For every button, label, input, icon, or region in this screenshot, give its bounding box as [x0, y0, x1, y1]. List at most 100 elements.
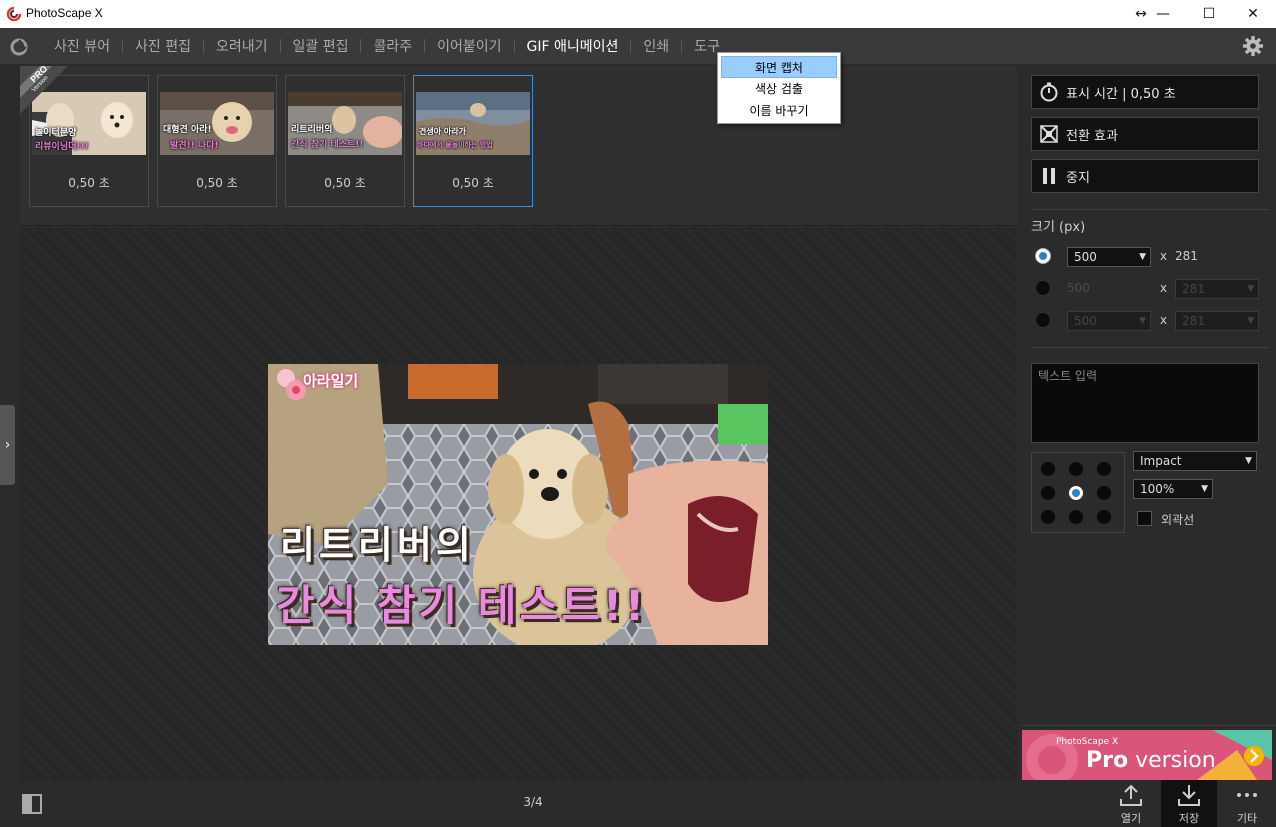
chevron-down-icon: ▼ — [1247, 316, 1254, 326]
divider — [1031, 347, 1269, 348]
size-option-radio-3[interactable] — [1035, 312, 1051, 328]
position-middle-right[interactable] — [1097, 486, 1111, 500]
menu-items: 사진 뷰어 사진 편집 오려내기 일괄 편집 콜라주 이어붙이기 GIF 애니메이션 인쇄 도구 — [42, 28, 732, 64]
frame-caption-top: 견생아 아라가 — [419, 127, 466, 136]
download-icon — [1161, 780, 1217, 810]
frame-caption-top: 대형견 아라! — [163, 125, 212, 135]
height-select-3: 281 ▼ — [1175, 311, 1259, 331]
menu-item-5[interactable]: 이어붙이기 — [425, 36, 513, 56]
font-select[interactable]: Impact ▼ — [1133, 451, 1257, 471]
menu-item-0[interactable]: 사진 뷰어 — [42, 36, 122, 56]
outline-checkbox[interactable] — [1137, 511, 1152, 526]
divider — [1031, 209, 1269, 210]
menu-item-color-picker[interactable]: 색상 검출 — [721, 78, 837, 100]
close-button[interactable]: ✕ — [1230, 0, 1276, 28]
chevron-down-icon: ▼ — [1139, 316, 1146, 326]
minimize-button[interactable]: — — [1140, 0, 1186, 28]
height-value-1: 281 — [1175, 249, 1198, 263]
width-value: 500 — [1074, 250, 1097, 264]
menu-item-2[interactable]: 오려내기 — [204, 36, 280, 56]
more-dots-icon — [1219, 780, 1275, 810]
page-indicator: 3/4 — [523, 795, 543, 809]
pro-banner-brand: PhotoScape X — [1056, 737, 1119, 747]
more-button[interactable]: 기타 — [1219, 780, 1275, 827]
text-input-field[interactable]: 텍스트 입력 — [1031, 363, 1259, 443]
app-home-icon[interactable] — [8, 36, 30, 58]
size-x-label: x — [1160, 281, 1168, 295]
position-top-center[interactable] — [1069, 462, 1083, 476]
display-time-label: 표시 시간 | 0,50 초 — [1066, 86, 1176, 102]
width-value-2: 500 — [1067, 281, 1090, 295]
position-middle-left[interactable] — [1041, 486, 1055, 500]
outline-label: 외곽선 — [1161, 513, 1195, 527]
frame-duration: 0,50 초 — [68, 176, 110, 190]
frame-thumbnail[interactable]: 리트리버의 간식 참기 테스트!! 0,50 초 — [285, 75, 405, 207]
height-value: 281 — [1182, 314, 1205, 328]
height-value: 281 — [1182, 282, 1205, 296]
window-title: PhotoScape X — [26, 6, 103, 20]
text-input-placeholder: 텍스트 입력 — [1038, 369, 1098, 383]
pro-version-badge[interactable]: PRO Version — [20, 64, 68, 114]
divider — [1021, 725, 1276, 726]
main-menu-bar: 사진 뷰어 사진 편집 오려내기 일괄 편집 콜라주 이어붙이기 GIF 애니메이션 인쇄 도구 — [0, 28, 1276, 64]
upload-icon — [1103, 780, 1159, 810]
frame-caption-bottom: 바다에서 물놀이하는 방법 — [417, 141, 493, 149]
frame-thumbnail[interactable]: 대형견 아라! 발견!! 나다! 0,50 초 — [157, 75, 277, 207]
frame-image: 대형견 아라! 발견!! 나다! — [160, 92, 274, 155]
chevron-down-icon: ▼ — [1139, 252, 1146, 262]
text-scale-select[interactable]: 100% ▼ — [1133, 479, 1213, 499]
transition-effect-label: 전환 효과 — [1066, 128, 1118, 144]
size-option-radio-2[interactable] — [1035, 280, 1051, 296]
tools-dropdown-menu: 화면 캡처 색상 검출 이름 바꾸기 — [717, 52, 841, 124]
position-top-left[interactable] — [1041, 462, 1055, 476]
transition-icon — [1032, 118, 1066, 150]
pro-version-banner[interactable]: PhotoScape X Pro version — [1022, 730, 1272, 780]
stop-button[interactable]: 중지 — [1031, 159, 1259, 193]
save-button[interactable]: 저장 — [1161, 780, 1217, 827]
menu-item-3[interactable]: 일괄 편집 — [281, 36, 361, 56]
width-select-3: 500 ▼ — [1067, 311, 1151, 331]
scale-value: 100% — [1140, 482, 1175, 496]
size-label: 크기 (px) — [1031, 220, 1086, 235]
position-bottom-left[interactable] — [1041, 510, 1055, 524]
menu-item-rename[interactable]: 이름 바꾸기 — [721, 100, 837, 122]
right-settings-panel: 표시 시간 | 0,50 초 전환 효과 중지 크기 (px) 500 ▼ x … — [1021, 66, 1276, 780]
left-panel-toggle[interactable]: › — [0, 405, 15, 485]
stopwatch-icon — [1032, 76, 1066, 108]
chevron-down-icon: ▼ — [1201, 484, 1208, 494]
preview-caption-line2: 간식 참기 테스트!! — [276, 581, 648, 630]
bottom-toolbar: 3/4 열기 저장 기타 — [0, 780, 1276, 827]
gear-icon[interactable] — [1242, 35, 1264, 57]
panel-layout-toggle-icon[interactable] — [22, 794, 42, 814]
transition-effect-button[interactable]: 전환 효과 — [1031, 117, 1259, 151]
more-label: 기타 — [1236, 812, 1258, 825]
position-bottom-center[interactable] — [1069, 510, 1083, 524]
size-x-label: x — [1160, 313, 1168, 327]
frame-duration: 0,50 초 — [324, 176, 366, 190]
menu-item-1[interactable]: 사진 편집 — [123, 36, 203, 56]
maximize-button[interactable]: ☐ — [1186, 0, 1232, 28]
position-top-right[interactable] — [1097, 462, 1111, 476]
position-center[interactable] — [1069, 486, 1083, 500]
menu-item-4[interactable]: 콜라주 — [361, 36, 424, 56]
pause-icon — [1032, 160, 1066, 192]
menu-item-6[interactable]: GIF 애니메이션 — [515, 36, 631, 56]
frame-caption-top: 놀이터분양 — [35, 128, 77, 138]
position-bottom-right[interactable] — [1097, 510, 1111, 524]
display-time-button[interactable]: 표시 시간 | 0,50 초 — [1031, 75, 1259, 109]
photoscape-app-icon — [6, 6, 22, 22]
size-x-label: x — [1160, 249, 1168, 263]
save-label: 저장 — [1178, 812, 1200, 825]
frame-thumbnail-selected[interactable]: 견생아 아라가 바다에서 물놀이하는 방법 0,50 초 — [413, 75, 533, 207]
stop-label: 중지 — [1066, 170, 1090, 186]
menu-item-screen-capture[interactable]: 화면 캡처 — [721, 56, 837, 78]
frame-caption-bottom: 간식 참기 테스트!! — [291, 140, 364, 150]
frame-image: 견생아 아라가 바다에서 물놀이하는 방법 — [416, 92, 530, 155]
width-select-1[interactable]: 500 ▼ — [1067, 247, 1151, 267]
frame-duration: 0,50 초 — [452, 176, 494, 190]
text-position-grid — [1031, 452, 1125, 533]
open-button[interactable]: 열기 — [1103, 780, 1159, 827]
menu-item-7[interactable]: 인쇄 — [631, 36, 681, 56]
frame-duration: 0,50 초 — [196, 176, 238, 190]
size-option-radio-1[interactable] — [1035, 248, 1051, 264]
